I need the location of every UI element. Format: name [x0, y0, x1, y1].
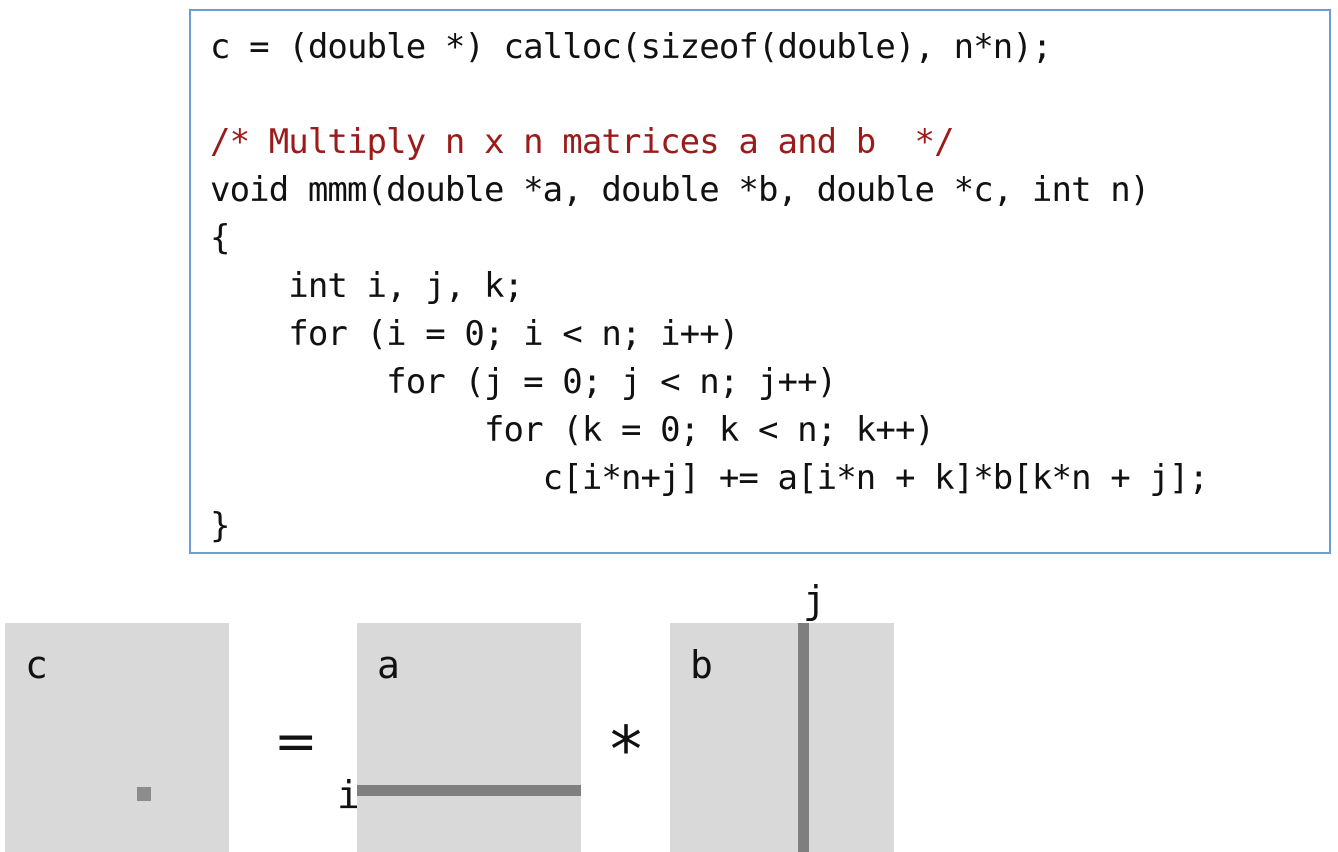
matrix-b: b: [670, 623, 894, 852]
code-line-loop-i: for (i = 0; i < n; i++): [210, 314, 739, 354]
matrix-c-label: c: [25, 643, 48, 687]
code-line-loop-k: for (k = 0; k < n; k++): [210, 410, 935, 450]
code-line-calloc: c = (double *) calloc(sizeof(double), n*…: [210, 27, 1052, 67]
code-line-declare: int i, j, k;: [210, 266, 524, 306]
code-line-close-brace: }: [210, 506, 230, 546]
code-listing: c = (double *) calloc(sizeof(double), n*…: [189, 9, 1331, 554]
code-line-loop-j: for (j = 0; j < n; j++): [210, 362, 837, 402]
code-line-signature: void mmm(double *a, double *b, double *c…: [210, 170, 1150, 210]
column-index-label: j: [803, 578, 826, 622]
equals-sign: =: [274, 712, 318, 772]
matrix-a: a: [357, 623, 581, 852]
code-line-open-brace: {: [210, 218, 230, 258]
matrix-b-label: b: [690, 643, 713, 687]
matrix-c-element-highlight: [137, 787, 151, 801]
multiply-sign: *: [610, 714, 642, 788]
matrix-a-label: a: [377, 643, 400, 687]
code-line-accumulate: c[i*n+j] += a[i*n + k]*b[k*n + j];: [210, 458, 1209, 498]
matrix-c: c: [5, 623, 229, 852]
matrix-a-row-highlight: [357, 785, 581, 796]
code-comment: /* Multiply n x n matrices a and b */: [210, 122, 955, 162]
matrix-b-column-highlight: [798, 623, 809, 852]
